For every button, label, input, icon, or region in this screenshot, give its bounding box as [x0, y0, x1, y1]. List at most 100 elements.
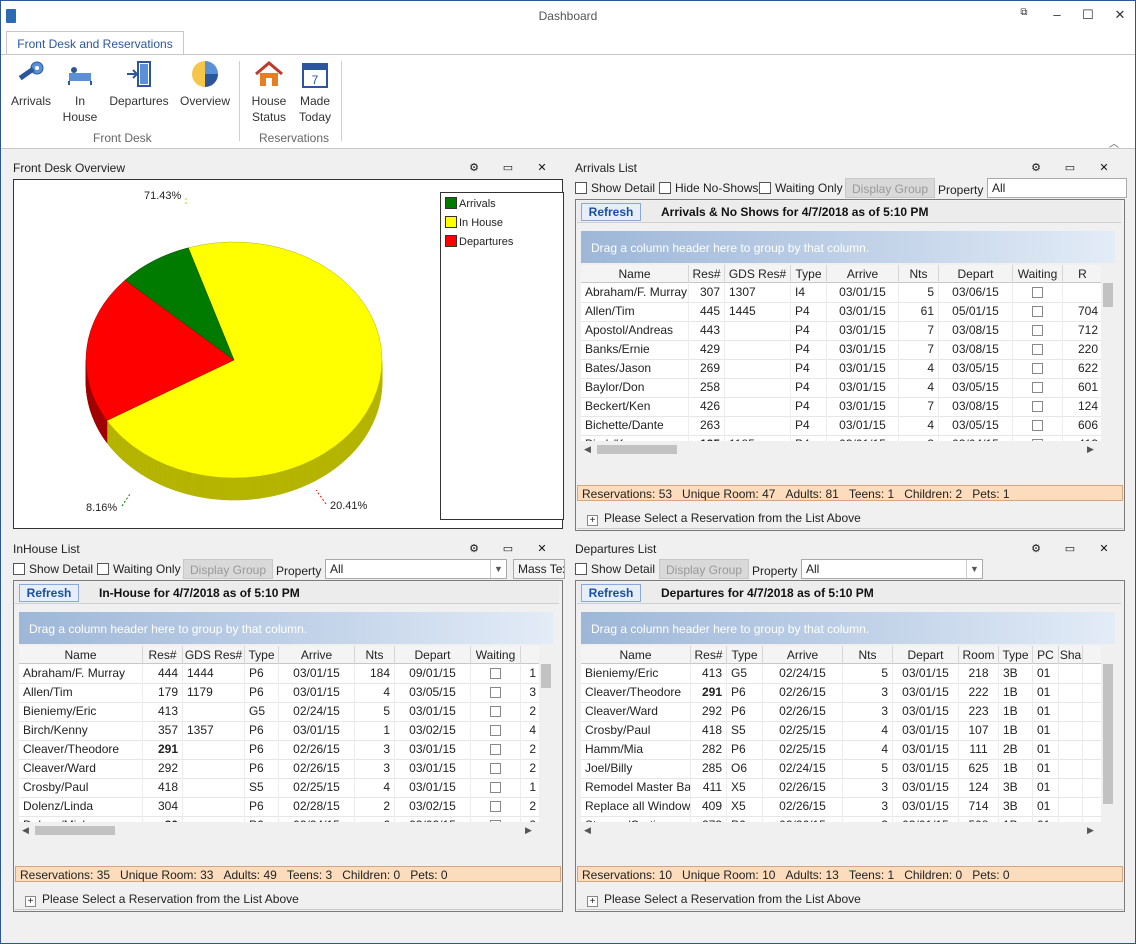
reservation-detail-expander[interactable]: + Please Select a Reservation from the Li…: [15, 888, 561, 910]
gear-icon[interactable]: ⚙: [457, 542, 491, 555]
table-row[interactable]: Banks/Ernie 429 P4 03/01/15 7 03/08/15 220: [581, 341, 1101, 360]
checkbox-box[interactable]: [1032, 363, 1043, 374]
refresh-button[interactable]: Refresh: [581, 203, 641, 221]
overview-button[interactable]: Overview: [177, 59, 233, 109]
column-header[interactable]: Arrive: [827, 265, 899, 283]
scroll-thumb[interactable]: [1103, 283, 1113, 307]
table-row[interactable]: Baylor/Don 258 P4 03/01/15 4 03/05/15 601: [581, 379, 1101, 398]
close-icon[interactable]: ✕: [1087, 161, 1121, 174]
in-house-button[interactable]: In House: [59, 59, 101, 125]
restore-icon[interactable]: ⧉: [1014, 7, 1034, 18]
property-select[interactable]: All ▼: [325, 559, 507, 579]
checkbox-box[interactable]: [490, 706, 501, 717]
waiting-checkbox[interactable]: [471, 741, 521, 760]
checkbox-box[interactable]: [490, 782, 501, 793]
scroll-thumb[interactable]: [541, 664, 551, 688]
waiting-checkbox[interactable]: [471, 798, 521, 817]
table-row[interactable]: Bichette/Dante 263 P4 03/01/15 4 03/05/15 606: [581, 417, 1101, 436]
checkbox-box[interactable]: [1032, 306, 1043, 317]
group-by-panel[interactable]: Drag a column header here to group by th…: [581, 231, 1115, 263]
gear-icon[interactable]: ⚙: [1019, 161, 1053, 174]
waiting-checkbox[interactable]: [1013, 360, 1063, 379]
checkbox-box[interactable]: [1032, 401, 1043, 412]
expand-plus-icon[interactable]: +: [587, 515, 598, 526]
table-row[interactable]: Dolenz/Linda 304 P6 02/28/15 2 03/02/15 2: [19, 798, 539, 817]
column-header[interactable]: Type: [791, 265, 827, 283]
checkbox-box[interactable]: [1032, 420, 1043, 431]
scroll-left-icon[interactable]: ◀: [584, 825, 591, 836]
minimize-button[interactable]: –: [1047, 7, 1067, 22]
column-header[interactable]: R: [1063, 265, 1101, 283]
chevron-down-icon[interactable]: ▼: [966, 560, 982, 578]
table-row[interactable]: Cleaver/Ward 292 P6 02/26/15 3 03/01/15 223 1B 0…: [581, 703, 1101, 722]
column-header[interactable]: Depart: [893, 646, 959, 664]
column-header[interactable]: Type: [727, 646, 763, 664]
column-header[interactable]: Arrive: [279, 646, 355, 664]
scroll-right-icon[interactable]: ▶: [1087, 825, 1094, 836]
table-row[interactable]: Birch/Kenny 357 1357 P6 03/01/15 1 03/02/15 4: [19, 722, 539, 741]
horizontal-scrollbar[interactable]: ◀ ▶: [581, 441, 1101, 457]
maximize-icon[interactable]: ▭: [1053, 161, 1087, 174]
close-button[interactable]: ✕: [1110, 7, 1130, 23]
column-header[interactable]: Name: [19, 646, 143, 664]
table-row[interactable]: Allen/Tim 445 1445 P4 03/01/15 61 05/01/15 704: [581, 303, 1101, 322]
scroll-thumb[interactable]: [35, 826, 115, 835]
maximize-icon[interactable]: ▭: [491, 542, 525, 555]
refresh-button[interactable]: Refresh: [581, 584, 641, 602]
column-header[interactable]: PC: [1033, 646, 1059, 664]
gear-icon[interactable]: ⚙: [457, 161, 491, 174]
column-header[interactable]: Arrive: [763, 646, 843, 664]
vertical-scrollbar[interactable]: [539, 646, 553, 822]
show-detail-checkbox[interactable]: Show Detail: [575, 181, 655, 195]
horizontal-scrollbar[interactable]: ◀ ▶: [19, 822, 539, 838]
table-row[interactable]: Abraham/F. Murray 444 1444 P6 03/01/15 184 09/…: [19, 665, 539, 684]
waiting-checkbox[interactable]: [1013, 322, 1063, 341]
column-header[interactable]: Depart: [395, 646, 471, 664]
horizontal-scrollbar[interactable]: ◀ ▶: [581, 822, 1101, 838]
group-by-panel[interactable]: Drag a column header here to group by th…: [19, 612, 553, 644]
maximize-icon[interactable]: ▭: [1053, 542, 1087, 555]
checkbox-box[interactable]: [1032, 287, 1043, 298]
scroll-thumb[interactable]: [597, 445, 677, 454]
column-header[interactable]: Depart: [939, 265, 1013, 283]
column-header[interactable]: Sha: [1059, 646, 1083, 664]
checkbox-box[interactable]: [1032, 325, 1043, 336]
vertical-scrollbar[interactable]: [1101, 265, 1115, 441]
vertical-scrollbar[interactable]: [1101, 646, 1115, 822]
departures-button[interactable]: Departures: [107, 59, 171, 109]
reservation-detail-expander[interactable]: + Please Select a Reservation from the Li…: [577, 888, 1123, 910]
column-header[interactable]: Name: [581, 265, 689, 283]
checkbox-box[interactable]: [490, 668, 501, 679]
table-row[interactable]: Bieniemy/Eric 413 G5 02/24/15 5 03/01/15 2: [19, 703, 539, 722]
column-header[interactable]: Waiting: [471, 646, 521, 664]
column-header[interactable]: GDS Res#: [725, 265, 791, 283]
table-row[interactable]: Cleaver/Theodore 291 P6 02/26/15 3 03/01/15 22…: [581, 684, 1101, 703]
table-row[interactable]: Cleaver/Theodore 291 P6 02/26/15 3 03/01/15 2: [19, 741, 539, 760]
checkbox-box[interactable]: [1032, 344, 1043, 355]
table-row[interactable]: Crosby/Paul 418 S5 02/25/15 4 03/01/15 107 1B 01: [581, 722, 1101, 741]
table-row[interactable]: Apostol/Andreas 443 P4 03/01/15 7 03/08/15 712: [581, 322, 1101, 341]
column-header[interactable]: Res#: [689, 265, 725, 283]
column-header[interactable]: Room: [959, 646, 999, 664]
table-row[interactable]: Allen/Tim 179 1179 P6 03/01/15 4 03/05/15 3: [19, 684, 539, 703]
made-today-button[interactable]: 7 Made Today: [295, 59, 335, 125]
table-row[interactable]: Beckert/Ken 426 P4 03/01/15 7 03/08/15 124: [581, 398, 1101, 417]
chevron-down-icon[interactable]: ▼: [490, 560, 506, 578]
display-group-button[interactable]: Display Group: [183, 559, 274, 579]
waiting-checkbox[interactable]: [471, 760, 521, 779]
column-header[interactable]: Type: [999, 646, 1033, 664]
checkbox-box[interactable]: [490, 744, 501, 755]
table-row[interactable]: Remodel Master Bath 411 X5 02/26/15 3 03/01/1…: [581, 779, 1101, 798]
column-header[interactable]: GDS Res#: [183, 646, 245, 664]
reservation-detail-expander[interactable]: + Please Select a Reservation from the Li…: [577, 507, 1123, 529]
waiting-checkbox[interactable]: [471, 722, 521, 741]
expand-plus-icon[interactable]: +: [25, 896, 36, 907]
maximize-icon[interactable]: ▭: [491, 161, 525, 174]
scroll-right-icon[interactable]: ▶: [525, 825, 532, 836]
property-select[interactable]: All: [987, 178, 1127, 198]
waiting-only-checkbox[interactable]: Waiting Only: [759, 181, 843, 195]
checkbox-box[interactable]: [490, 725, 501, 736]
gear-icon[interactable]: ⚙: [1019, 542, 1053, 555]
column-header[interactable]: [521, 646, 539, 664]
column-header[interactable]: Nts: [899, 265, 939, 283]
